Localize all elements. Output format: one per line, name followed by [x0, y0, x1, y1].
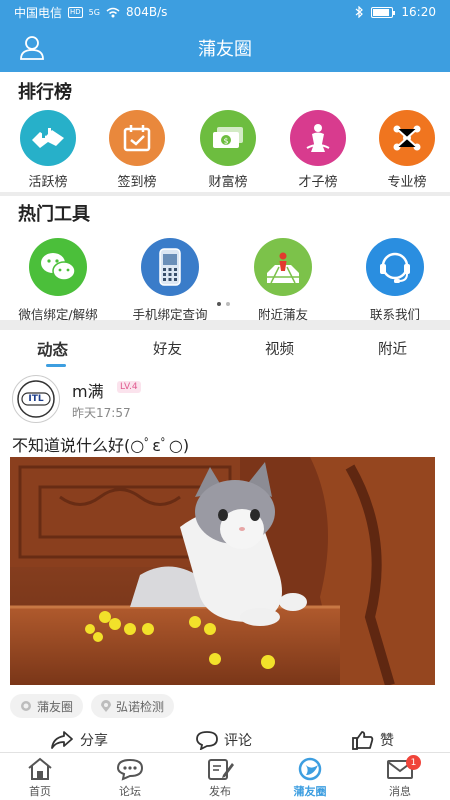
home-icon [28, 757, 52, 780]
post-actions: 分享 评论 赞 [0, 728, 450, 752]
feed-tabs: 动态 好友 视频 附近 [0, 330, 450, 368]
comment-button[interactable]: 评论 [196, 730, 252, 750]
headset-icon [366, 238, 424, 296]
nav-messages[interactable]: 1 消息 [370, 755, 430, 799]
forum-icon [116, 758, 144, 781]
page-dot [226, 302, 230, 306]
carrier-label: 中国电信 [14, 5, 63, 20]
tab-indicator [46, 364, 66, 367]
nav-forum[interactable]: 论坛 [100, 757, 160, 799]
bottom-nav: 首页 论坛 发布 蒲友圈 1 消息 [0, 752, 450, 800]
tool-item-contact[interactable]: 联系我们 [335, 238, 450, 323]
share-icon [51, 731, 73, 749]
nav-home[interactable]: 首页 [10, 757, 70, 799]
thumbs-up-icon [352, 731, 374, 750]
rank-label: 签到榜 [117, 175, 157, 190]
post-content: 不知道说什么好(○ﾟεﾟ○) [12, 436, 190, 455]
tab-dynamic[interactable]: 动态 [37, 338, 68, 360]
rank-label: 活跃榜 [28, 175, 68, 190]
scholar-icon [290, 110, 346, 166]
page-indicator [217, 302, 230, 306]
tag-label: 蒲友圈 [37, 699, 74, 714]
nav-label: 首页 [29, 785, 51, 798]
calendar-check-icon [109, 110, 165, 166]
rank-label: 财富榜 [208, 175, 248, 190]
post-tags: 蒲友圈 弘诺检测 [10, 694, 175, 718]
message-badge: 1 [406, 755, 421, 770]
post-time: 昨天17:57 [72, 406, 131, 420]
map-pin-icon [254, 238, 312, 296]
circle-icon [21, 701, 31, 711]
tool-label: 微信绑定/解绑 [18, 307, 98, 322]
wifi-icon [106, 7, 120, 17]
tool-label: 附近蒲友 [257, 307, 308, 322]
page-dot-active [217, 302, 221, 306]
tools-title: 热门工具 [18, 204, 90, 225]
rank-item-pro[interactable]: 专业榜 [367, 110, 447, 190]
handshake-icon [20, 110, 76, 166]
ranking-section: 排行榜 活跃榜 签到榜 $ 财富榜 才子榜 专业榜 [0, 72, 450, 192]
status-bar: 中国电信 HD 5G 804B/s 16:20 [0, 0, 450, 24]
money-icon: $ [200, 110, 256, 166]
svg-text:$: $ [224, 137, 229, 146]
avatar[interactable]: ITL [12, 375, 60, 423]
battery-icon [371, 6, 396, 18]
wechat-icon [29, 238, 87, 296]
rank-item-checkin[interactable]: 签到榜 [97, 110, 177, 190]
tool-item-phone[interactable]: 手机绑定查询 [110, 238, 230, 323]
nav-label: 消息 [389, 785, 411, 798]
rank-item-talent[interactable]: 才子榜 [278, 110, 358, 190]
user-icon[interactable] [18, 34, 46, 62]
tag-circle[interactable]: 蒲友圈 [10, 694, 84, 718]
network-icon [379, 110, 435, 166]
nav-label: 论坛 [119, 785, 141, 798]
phone-icon [141, 238, 199, 296]
level-badge: LV.4 [117, 381, 141, 393]
rank-item-active[interactable]: 活跃榜 [8, 110, 88, 190]
tab-nearby[interactable]: 附近 [378, 338, 407, 359]
network-speed: 804B/s [125, 5, 168, 19]
nav-publish[interactable]: 发布 [190, 757, 250, 799]
tool-label: 手机绑定查询 [132, 307, 208, 322]
share-button[interactable]: 分享 [50, 730, 108, 750]
circle-logo-icon [298, 757, 322, 781]
comment-label: 评论 [224, 733, 252, 749]
location-icon [101, 699, 112, 712]
nav-circle[interactable]: 蒲友圈 [280, 757, 340, 799]
post-username[interactable]: m满 [72, 378, 104, 402]
share-label: 分享 [80, 733, 108, 749]
tool-label: 联系我们 [369, 307, 420, 322]
tag-location[interactable]: 弘诺检测 [91, 694, 175, 718]
rank-label: 才子榜 [298, 175, 338, 190]
rank-item-wealth[interactable]: $ 财富榜 [188, 110, 268, 190]
comment-icon [196, 731, 218, 750]
tab-friends[interactable]: 好友 [153, 338, 182, 359]
rank-label: 专业榜 [387, 175, 427, 190]
ranking-row: 活跃榜 签到榜 $ 财富榜 才子榜 专业榜 [0, 110, 450, 190]
page-title: 蒲友圈 [198, 39, 252, 60]
ranking-title: 排行榜 [18, 82, 72, 103]
tool-item-wechat[interactable]: 微信绑定/解绑 [0, 238, 118, 323]
bluetooth-icon [356, 6, 364, 18]
edit-icon [208, 759, 234, 780]
tool-item-nearby[interactable]: 附近蒲友 [223, 238, 343, 323]
avatar-logo-text: ITL [28, 394, 44, 404]
nav-label: 蒲友圈 [293, 785, 327, 798]
tools-section: 热门工具 微信绑定/解绑 手机绑定查询 附近蒲友 联系我们 [0, 196, 450, 323]
nav-label: 发布 [209, 785, 231, 798]
like-label: 赞 [380, 733, 394, 749]
like-button[interactable]: 赞 [352, 730, 394, 750]
clock: 16:20 [401, 5, 436, 19]
header-bar: 蒲友圈 [0, 24, 450, 72]
post-image[interactable] [10, 457, 435, 685]
tab-video[interactable]: 视频 [265, 338, 294, 359]
network-type: 5G [88, 7, 100, 17]
tag-label: 弘诺检测 [116, 699, 165, 714]
cat-photo [10, 457, 435, 685]
hd-tag: HD [68, 6, 83, 18]
